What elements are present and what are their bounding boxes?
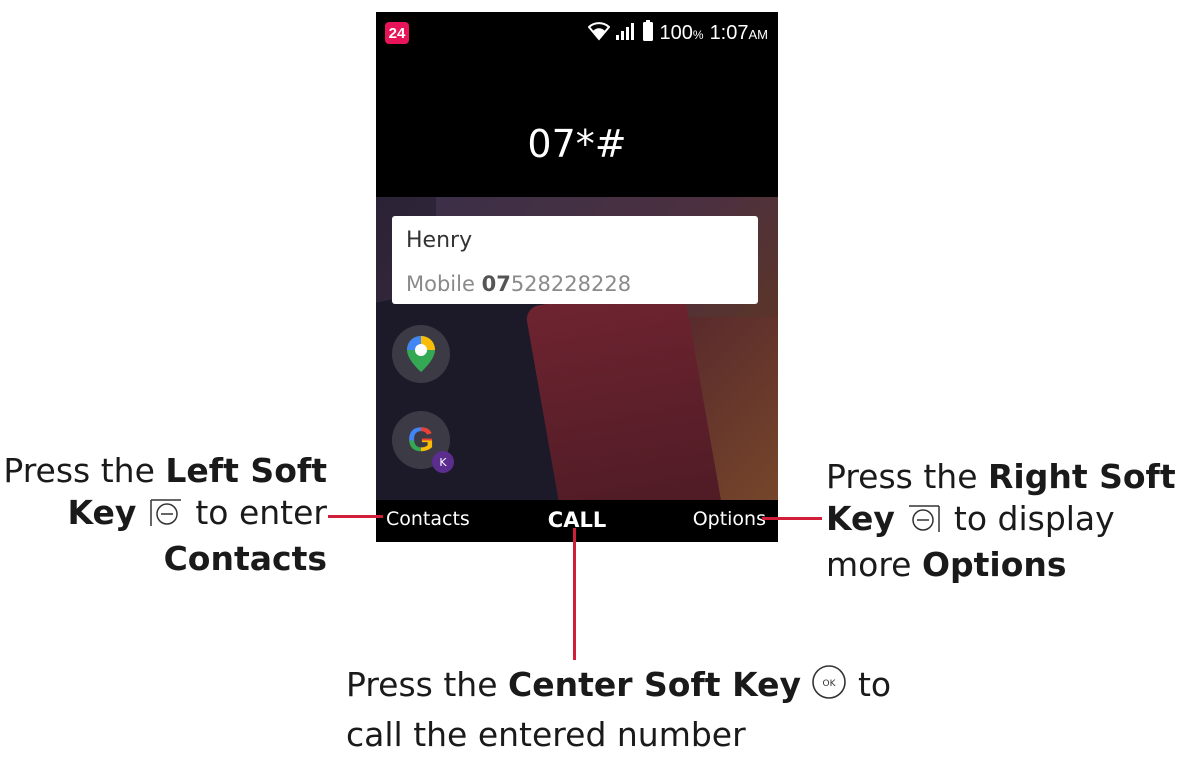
svg-text:OK: OK [823,679,837,689]
right-connector-line [762,517,822,520]
number-rest: 528228228 [510,272,632,296]
battery-icon [642,20,654,46]
contact-name: Henry [406,228,473,253]
center-softkey-callout: Press the Center Soft Key OK to call the… [346,664,892,754]
dialed-number: 07*# [527,122,627,166]
battery-percentage: 100% [659,21,704,44]
wifi-icon [587,21,610,45]
maps-icon[interactable] [392,325,450,383]
right-soft-key-icon [905,502,943,544]
ok-key-icon: OK [811,664,847,712]
google-icon[interactable]: G K [392,411,454,473]
signal-icon [615,22,636,44]
left-softkey-callout: Press the Left Soft Key to enter Contact… [3,451,327,578]
number-type: Mobile [406,272,475,296]
notification-badge: 24 [385,22,409,44]
contact-number-line: Mobile 07528228228 [406,272,631,296]
contact-suggestion[interactable]: Henry Mobile 07528228228 [392,216,758,304]
softkey-bar: Contacts CALL Options [376,500,778,542]
clock: 1:07AM [709,21,768,44]
status-bar: 24 100% 1:07AM [376,12,778,48]
center-connector-line [573,528,576,660]
phone-screen: G K 24 100% 1:07AM 07*# Henry Mobile 075… [376,12,778,542]
right-softkey-callout: Press the Right Soft Key to display more… [826,457,1176,584]
left-soft-key-icon [147,496,185,538]
number-match: 07 [481,272,511,296]
left-connector-line [328,515,383,518]
softkey-options[interactable]: Options [693,508,766,530]
